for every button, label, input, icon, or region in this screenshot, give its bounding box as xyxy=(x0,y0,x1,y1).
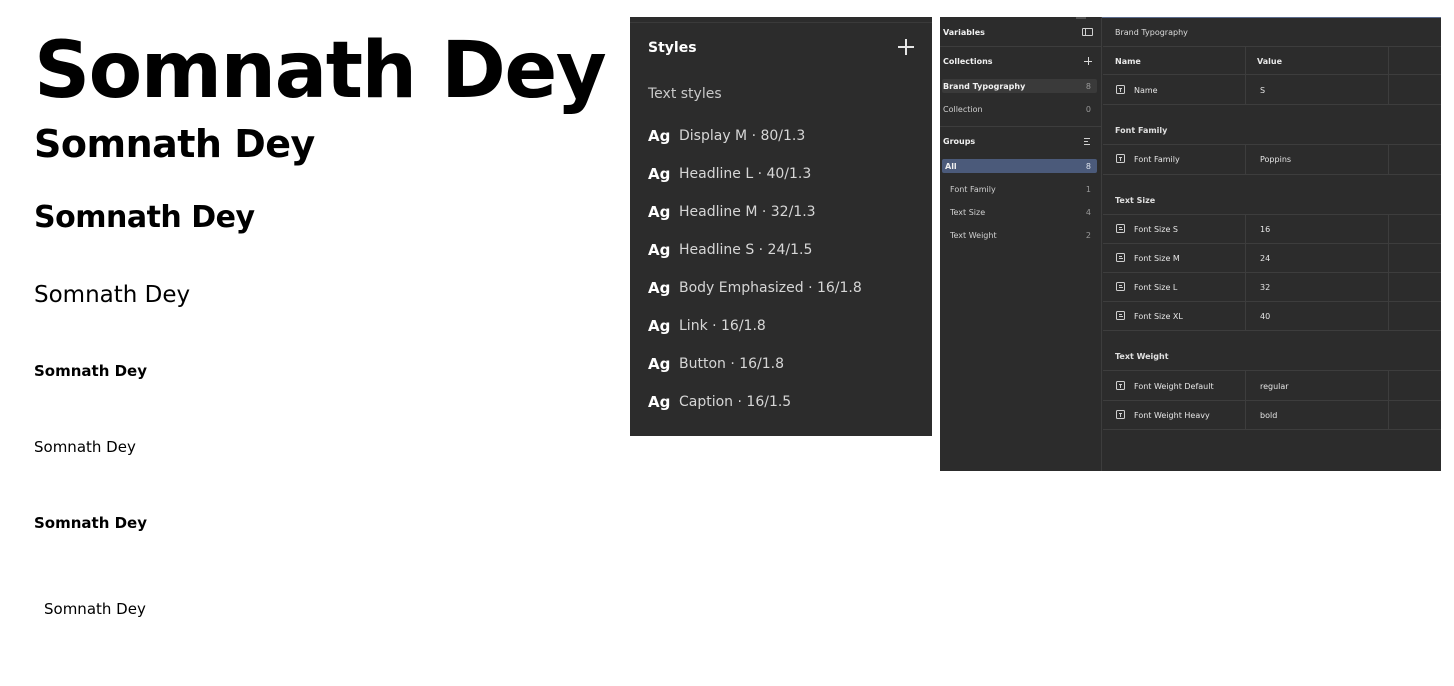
number-variable-icon xyxy=(1116,282,1125,291)
panel-divider xyxy=(630,22,932,23)
text-style-preview-icon: Ag xyxy=(648,165,671,183)
text-style-preview-icon: Ag xyxy=(648,279,671,297)
variable-value[interactable]: 16 xyxy=(1260,225,1270,234)
variable-value[interactable]: S xyxy=(1260,86,1265,95)
group-item-all[interactable] xyxy=(942,159,1097,173)
groups-heading: Groups xyxy=(943,137,976,146)
collections-heading: Collections xyxy=(943,57,993,66)
style-item-label: Headline S · 24/1.5 xyxy=(679,242,813,258)
group-count: 2 xyxy=(1085,231,1091,240)
variables-sidebar: Variables Collections Brand Typography 8… xyxy=(940,17,1102,471)
plus-icon[interactable] xyxy=(898,39,914,55)
styles-panel: Styles Text styles Ag Display M · 80/1.3… xyxy=(630,17,932,436)
group-count: 1 xyxy=(1085,185,1091,194)
variable-name[interactable]: Font Weight Heavy xyxy=(1134,411,1210,420)
number-variable-icon xyxy=(1116,224,1125,233)
style-item-headline-m[interactable]: Ag Headline M · 32/1.3 xyxy=(648,200,816,224)
text-style-preview-icon: Ag xyxy=(648,317,671,335)
style-item-caption[interactable]: Ag Caption · 16/1.5 xyxy=(648,390,791,414)
text-variable-icon xyxy=(1116,154,1125,163)
text-style-preview-icon: Ag xyxy=(648,203,671,221)
text-style-preview-icon: Ag xyxy=(648,393,671,411)
collection-name: Brand Typography xyxy=(943,82,1026,91)
style-item-display-m[interactable]: Ag Display M · 80/1.3 xyxy=(648,124,805,148)
style-item-label: Body Emphasized · 16/1.8 xyxy=(679,280,862,296)
number-variable-icon xyxy=(1116,311,1125,320)
variable-name[interactable]: Font Size XL xyxy=(1134,312,1183,321)
styles-panel-title: Styles xyxy=(648,40,697,56)
specimen-link: Somnath Dey xyxy=(34,438,136,456)
collection-count: 8 xyxy=(1085,82,1091,91)
variable-value[interactable]: 32 xyxy=(1260,283,1270,292)
divider xyxy=(940,46,1102,47)
style-item-body-emphasized[interactable]: Ag Body Emphasized · 16/1.8 xyxy=(648,276,862,300)
variable-name[interactable]: Font Size S xyxy=(1134,225,1178,234)
number-variable-icon xyxy=(1116,253,1125,262)
text-style-preview-icon: Ag xyxy=(648,241,671,259)
text-variable-icon xyxy=(1116,410,1125,419)
style-item-link[interactable]: Ag Link · 16/1.8 xyxy=(648,314,766,338)
specimen-button: Somnath Dey xyxy=(34,514,148,532)
column-header-name: Name xyxy=(1115,57,1141,66)
group-options-icon[interactable] xyxy=(1084,137,1094,145)
group-count: 4 xyxy=(1085,208,1091,217)
column-header-value: Value xyxy=(1257,57,1283,66)
group-label-font-family: Font Family xyxy=(1115,126,1168,135)
variable-name[interactable]: Font Weight Default xyxy=(1134,382,1214,391)
text-style-preview-icon: Ag xyxy=(648,127,671,145)
specimen-headline-s: Somnath Dey xyxy=(34,282,191,308)
style-item-label: Display M · 80/1.3 xyxy=(679,128,806,144)
collection-item-collection[interactable]: Collection xyxy=(943,105,983,114)
variable-value[interactable]: 40 xyxy=(1260,312,1270,321)
group-item-text-weight[interactable]: Text Weight xyxy=(950,231,997,240)
variables-table: Brand Typography Name Value Name S Font … xyxy=(1103,17,1441,471)
add-collection-icon[interactable] xyxy=(1084,57,1092,65)
variable-value[interactable]: regular xyxy=(1260,382,1289,391)
specimen-display-m: Somnath Dey xyxy=(34,26,607,116)
specimen-headline-m: Somnath Dey xyxy=(34,200,255,235)
variable-name[interactable]: Name xyxy=(1134,86,1158,95)
variable-name[interactable]: Font Size L xyxy=(1134,283,1177,292)
style-item-label: Button · 16/1.8 xyxy=(679,356,785,372)
variables-panel: Variables Collections Brand Typography 8… xyxy=(940,17,1441,471)
text-variable-icon xyxy=(1116,85,1125,94)
variable-value[interactable]: Poppins xyxy=(1260,155,1291,164)
style-item-label: Link · 16/1.8 xyxy=(679,318,766,334)
variable-value[interactable]: 24 xyxy=(1260,254,1270,263)
specimen-headline-l: Somnath Dey xyxy=(34,122,315,166)
group-item-font-family[interactable]: Font Family xyxy=(950,185,996,194)
collection-count: 0 xyxy=(1085,105,1091,114)
specimen-body-emphasized: Somnath Dey xyxy=(34,362,148,380)
style-item-headline-l[interactable]: Ag Headline L · 40/1.3 xyxy=(648,162,811,186)
group-label-text-size: Text Size xyxy=(1115,196,1156,205)
variable-name[interactable]: Font Size M xyxy=(1134,254,1180,263)
group-label-text-weight: Text Weight xyxy=(1115,352,1169,361)
variable-value[interactable]: bold xyxy=(1260,411,1277,420)
divider xyxy=(940,126,1102,127)
group-name: All xyxy=(945,162,957,171)
style-item-headline-s[interactable]: Ag Headline S · 24/1.5 xyxy=(648,238,812,262)
text-styles-heading: Text styles xyxy=(648,86,722,102)
style-item-label: Headline L · 40/1.3 xyxy=(679,166,812,182)
style-item-label: Headline M · 32/1.3 xyxy=(679,204,816,220)
breadcrumb: Brand Typography xyxy=(1115,28,1188,37)
variable-name[interactable]: Font Family xyxy=(1134,155,1180,164)
toggle-sidebar-icon[interactable] xyxy=(1082,28,1093,36)
specimen-caption: Somnath Dey xyxy=(44,600,146,618)
variables-title: Variables xyxy=(943,28,985,37)
text-style-preview-icon: Ag xyxy=(648,355,671,373)
style-item-button[interactable]: Ag Button · 16/1.8 xyxy=(648,352,784,376)
text-variable-icon xyxy=(1116,381,1125,390)
style-item-label: Caption · 16/1.5 xyxy=(679,394,792,410)
group-item-text-size[interactable]: Text Size xyxy=(950,208,985,217)
group-count: 8 xyxy=(1085,162,1091,171)
